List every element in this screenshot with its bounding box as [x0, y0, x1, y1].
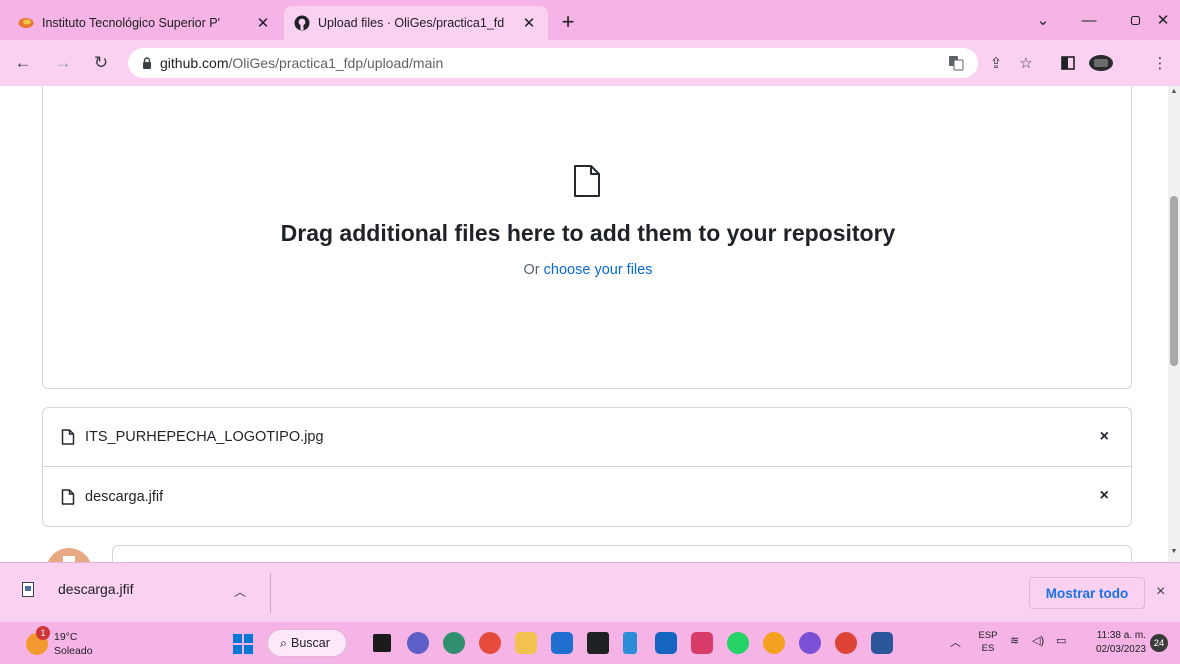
browser-tab-strip: Instituto Tecnológico Superior P' ✕ Uplo… — [0, 0, 1180, 40]
or-text: Or — [523, 262, 544, 278]
file-name: ITS_PURHEPECHA_LOGOTIPO.jpg — [85, 429, 324, 445]
store-icon[interactable] — [551, 632, 573, 654]
side-panel-icon[interactable] — [1056, 51, 1080, 75]
clock-time: 11:38 a. m. — [1096, 630, 1146, 641]
windows-start-icon[interactable] — [233, 634, 253, 654]
new-tab-button[interactable]: + — [556, 9, 580, 34]
bookmark-star-icon[interactable]: ☆ — [1014, 51, 1038, 75]
page-scrollbar[interactable]: ▲ ▼ — [1168, 86, 1180, 562]
whatsapp-icon[interactable] — [727, 632, 749, 654]
tab-title: Upload files · OliGes/practica1_fd — [318, 16, 505, 30]
tab-close-icon[interactable]: ✕ — [254, 14, 272, 32]
taskbar-search-button[interactable]: ⌕ Buscar — [267, 629, 347, 657]
scroll-up-icon[interactable]: ▲ — [1170, 88, 1178, 98]
clock-date: 02/03/2023 — [1095, 644, 1146, 655]
dropbox-icon[interactable] — [587, 632, 609, 654]
tray-overflow-chevron-icon[interactable]: ︿ — [950, 634, 961, 650]
mail-icon[interactable] — [655, 632, 677, 654]
volume-icon[interactable]: ◁) — [1032, 634, 1044, 647]
tab-instituto[interactable]: Instituto Tecnológico Superior P' ✕ — [8, 6, 282, 40]
file-explorer-icon[interactable] — [515, 632, 537, 654]
drop-zone-subtext: Or choose your files — [43, 262, 1133, 278]
language-indicator[interactable]: ESP ES — [974, 629, 1002, 655]
tab-title: Instituto Tecnológico Superior P' — [42, 16, 220, 30]
app-icon[interactable] — [799, 632, 821, 654]
minimize-icon[interactable]: — — [1066, 0, 1112, 40]
chrome-profile-icon[interactable] — [835, 632, 857, 654]
download-file-name: descarga.jfif — [58, 581, 134, 597]
tab-search-chevron-icon[interactable]: ⌄ — [1020, 0, 1066, 40]
close-shelf-button[interactable]: × — [1156, 583, 1165, 601]
taskbar-clock[interactable]: 11:38 a. m. 02/03/2023 — [1082, 629, 1146, 657]
drop-zone-heading: Drag additional files here to add them t… — [280, 220, 896, 246]
divider — [270, 573, 271, 613]
weather-badge: 1 — [36, 626, 50, 640]
tab-upload-files[interactable]: Upload files · OliGes/practica1_fd ✕ — [284, 6, 548, 40]
vscode-icon[interactable] — [623, 632, 637, 654]
chrome-menu-icon[interactable]: ⋮ — [1148, 51, 1172, 75]
address-host: github.com — [160, 55, 229, 71]
address-path: /OliGes/practica1_fdp/upload/main — [228, 55, 444, 71]
downloaded-file-icon — [22, 581, 34, 597]
language-top: ESP — [978, 630, 998, 641]
list-item: ITS_PURHEPECHA_LOGOTIPO.jpg × — [43, 408, 1131, 467]
file-icon — [574, 165, 600, 197]
task-view-icon[interactable] — [373, 634, 391, 652]
file-name: descarga.jfif — [85, 488, 164, 505]
github-icon — [294, 15, 310, 31]
language-bottom: ES — [981, 643, 995, 654]
browser-toolbar: ← → ↻ github.com/OliGes/practica1_fdp/up… — [0, 40, 1180, 86]
share-icon[interactable]: ⇪ — [984, 51, 1008, 75]
remove-file-button[interactable]: × — [1100, 428, 1109, 446]
chevron-up-icon[interactable]: ︿ — [234, 583, 246, 600]
word-icon[interactable] — [871, 632, 893, 654]
weather-temperature[interactable]: 19°C — [54, 631, 77, 643]
chat-icon[interactable] — [407, 632, 429, 654]
weather-description[interactable]: Soleado — [54, 645, 93, 657]
translate-icon[interactable] — [944, 51, 968, 75]
edge-icon[interactable] — [443, 632, 465, 654]
file-icon — [61, 429, 75, 445]
pdf-app-icon[interactable] — [691, 632, 713, 654]
show-all-downloads-button[interactable]: Mostrar todo — [1029, 577, 1145, 609]
forward-icon[interactable]: → — [50, 50, 76, 76]
search-label: Buscar — [291, 636, 330, 650]
lock-icon — [142, 57, 152, 69]
its-logo-icon — [18, 15, 34, 31]
close-window-icon[interactable]: ✕ — [1140, 0, 1180, 40]
reload-icon[interactable]: ↻ — [88, 50, 114, 76]
uploaded-files-list: ITS_PURHEPECHA_LOGOTIPO.jpg × descarga.j… — [42, 407, 1132, 527]
battery-icon[interactable]: ▭ — [1056, 634, 1066, 647]
remove-file-button[interactable]: × — [1100, 487, 1109, 505]
chrome-icon[interactable] — [479, 632, 501, 654]
tab-close-icon[interactable]: ✕ — [520, 14, 538, 32]
windows-taskbar: 1 19°C Soleado ⌕ Buscar ︿ ESP ES ≋ ◁) ▭ … — [0, 622, 1180, 664]
back-icon[interactable]: ← — [10, 50, 36, 76]
download-shelf: descarga.jfif ︿ Mostrar todo × — [0, 562, 1180, 622]
app-icon[interactable] — [763, 632, 785, 654]
file-drop-zone[interactable]: Drag additional files here to add them t… — [42, 86, 1132, 389]
choose-files-link[interactable]: choose your files — [544, 262, 653, 278]
scroll-down-icon[interactable]: ▼ — [1170, 548, 1178, 558]
page-viewport: Drag additional files here to add them t… — [0, 86, 1168, 562]
file-icon — [61, 488, 75, 505]
download-item[interactable]: descarga.jfif — [22, 581, 133, 597]
search-icon: ⌕ — [280, 635, 288, 650]
scroll-thumb[interactable] — [1170, 196, 1178, 366]
commit-message-box[interactable] — [112, 545, 1132, 562]
wifi-icon[interactable]: ≋ — [1010, 634, 1019, 647]
notification-badge[interactable]: 24 — [1150, 634, 1168, 652]
list-item: descarga.jfif × — [43, 467, 1131, 526]
profile-avatar[interactable] — [1086, 51, 1116, 75]
address-bar[interactable]: github.com/OliGes/practica1_fdp/upload/m… — [128, 48, 978, 78]
avatar — [46, 548, 92, 562]
